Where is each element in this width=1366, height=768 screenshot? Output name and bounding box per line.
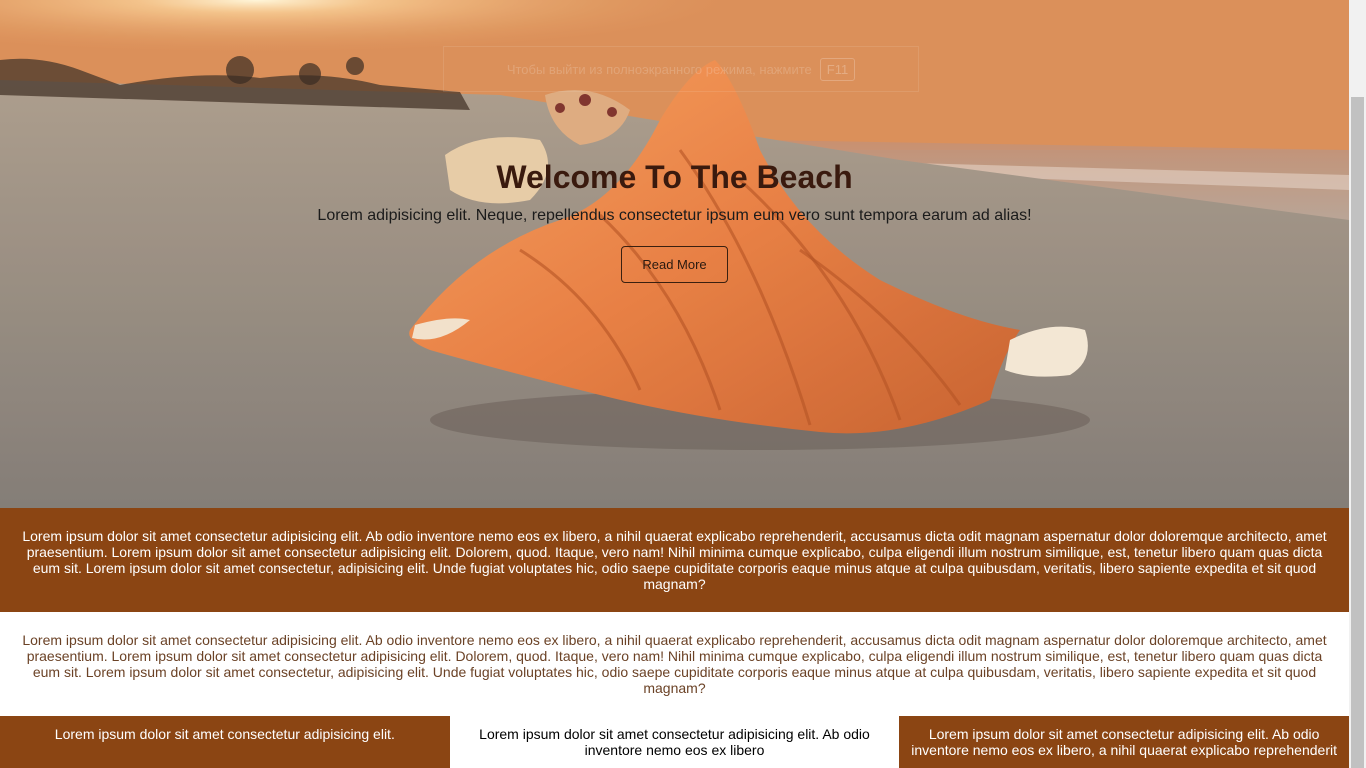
fullscreen-notice-key: F11 — [819, 57, 856, 81]
column-3: Lorem ipsum dolor sit amet consectetur a… — [899, 716, 1349, 768]
column-2: Lorem ipsum dolor sit amet consectetur a… — [449, 716, 900, 768]
hero-title: Welcome To The Beach — [496, 159, 853, 195]
text-section-white: Lorem ipsum dolor sit amet consectetur a… — [0, 612, 1349, 716]
column-1-text: Lorem ipsum dolor sit amet consectetur a… — [54, 726, 395, 742]
text-section-white-paragraph: Lorem ipsum dolor sit amet consectetur a… — [22, 632, 1327, 696]
fullscreen-notice: Чтобы выйти из полноэкранного режима, на… — [443, 46, 919, 92]
text-section-brown-paragraph: Lorem ipsum dolor sit amet consectetur a… — [22, 528, 1327, 592]
fullscreen-notice-text: Чтобы выйти из полноэкранного режима, на… — [506, 61, 812, 77]
page: Чтобы выйти из полноэкранного режима, на… — [0, 0, 1349, 768]
scrollbar-thumb[interactable] — [1351, 97, 1364, 768]
three-columns: Lorem ipsum dolor sit amet consectetur a… — [0, 716, 1349, 768]
hero-content: Welcome To The Beach Lorem adipisicing e… — [0, 158, 1349, 283]
hero-banner: Чтобы выйти из полноэкранного режима, на… — [0, 0, 1349, 508]
hero-subtitle: Lorem adipisicing elit. Neque, repellend… — [317, 207, 1032, 224]
column-1: Lorem ipsum dolor sit amet consectetur a… — [0, 716, 450, 768]
text-section-brown: Lorem ipsum dolor sit amet consectetur a… — [0, 508, 1349, 612]
read-more-button[interactable]: Read More — [621, 246, 728, 283]
column-2-text: Lorem ipsum dolor sit amet consectetur a… — [479, 726, 870, 758]
column-3-text: Lorem ipsum dolor sit amet consectetur a… — [911, 726, 1337, 758]
vertical-scrollbar[interactable] — [1349, 0, 1366, 768]
